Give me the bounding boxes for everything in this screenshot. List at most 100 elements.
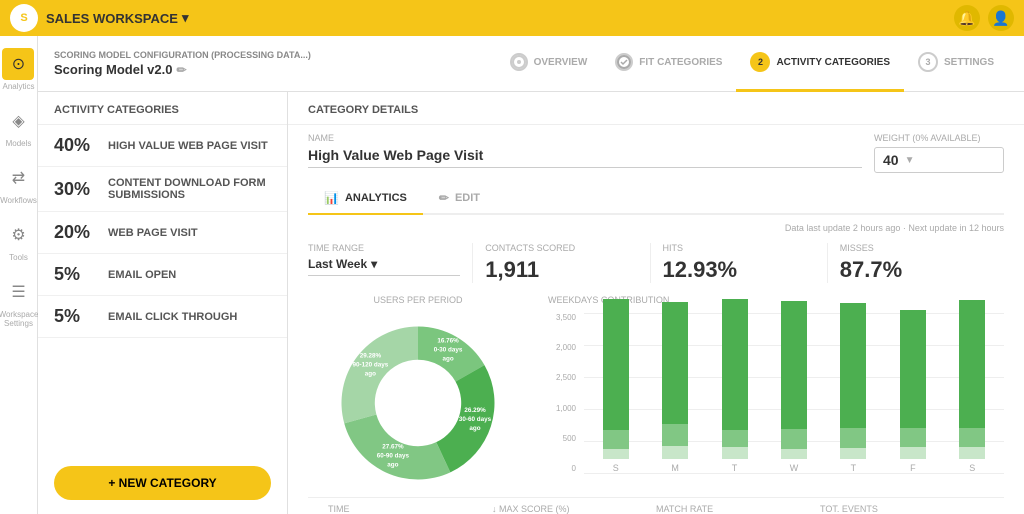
- bar-segment-2: [781, 449, 807, 459]
- edit-model-icon[interactable]: ✏: [176, 63, 186, 77]
- stat-value: 87.7%: [840, 257, 992, 283]
- bell-icon[interactable]: 🔔: [954, 5, 980, 31]
- donut-section: USERS PER PERIOD 16.76%0-30 daysago26.29…: [308, 295, 528, 497]
- y-label: 500: [548, 434, 576, 443]
- y-axis: 3,5002,0002,5001,0005000: [548, 313, 580, 473]
- bar-day: F: [885, 299, 940, 473]
- bar-stack: [662, 299, 688, 459]
- category-name: HIGH VALUE WEB PAGE VISIT: [108, 140, 268, 152]
- bar-day: W: [766, 299, 821, 473]
- left-panel: ACTIVITY CATEGORIES 40% HIGH VALUE WEB P…: [38, 92, 288, 514]
- tab-activity-categories[interactable]: 2 ACTIVITY CATEGORIES: [736, 36, 904, 92]
- donut-chart: 16.76%0-30 daysago26.29%30-60 daysago27.…: [328, 313, 508, 493]
- weight-value: 40: [883, 152, 899, 168]
- bars-row: SMTWTFS: [584, 313, 1004, 473]
- sidebar-item-workspace[interactable]: ☰ Workspace Settings: [0, 272, 38, 332]
- weight-arrow-icon: ▼: [905, 155, 915, 166]
- stat-value: 1,911: [485, 257, 637, 283]
- bar-segment-0: [662, 302, 688, 424]
- category-list-item[interactable]: 5% EMAIL CLICK THROUGH: [38, 296, 287, 338]
- category-pct: 30%: [54, 179, 96, 200]
- bar-stack: [959, 299, 985, 459]
- bar-segment-2: [840, 448, 866, 459]
- category-pct: 40%: [54, 135, 96, 156]
- activity-tab-icon: 2: [750, 52, 770, 72]
- bar-segment-0: [722, 299, 748, 430]
- bar-segment-1: [603, 430, 629, 449]
- weight-box[interactable]: 40 ▼: [874, 147, 1004, 173]
- bar-segment-2: [662, 446, 688, 459]
- edit-analytics-icon: ✏: [439, 191, 449, 205]
- time-range-select[interactable]: Last Week ▾: [308, 257, 460, 276]
- bar-day-label: F: [910, 463, 916, 473]
- time-range-label: TIME RANGE: [308, 243, 460, 253]
- weight-field: WEIGHT (0% AVAILABLE) 40 ▼: [874, 133, 1004, 173]
- content-area: SCORING MODEL CONFIGURATION (Processing …: [38, 36, 1024, 514]
- dropdown-chevron-icon: ▾: [371, 257, 377, 271]
- category-list-item[interactable]: 30% CONTENT DOWNLOAD FORM SUBMISSIONS: [38, 167, 287, 212]
- bar-segment-2: [722, 447, 748, 459]
- edit-analytics-label: EDIT: [455, 192, 480, 204]
- new-category-button[interactable]: + NEW CATEGORY: [54, 466, 271, 500]
- tab-overview[interactable]: OVERVIEW: [496, 36, 602, 92]
- stat-hits: HITS 12.93%: [651, 243, 828, 283]
- y-label: 2,000: [548, 343, 576, 352]
- bar-section: WEEKDAYS CONTRIBUTION 3,5002,0002,5001,0…: [548, 295, 1004, 497]
- sidebar-item-home[interactable]: ⊙ Analytics: [2, 44, 34, 95]
- name-label: NAME: [308, 133, 862, 143]
- category-list-item[interactable]: 20% WEB PAGE VISIT: [38, 212, 287, 254]
- stats-row: TIME RANGE Last Week ▾ CONTACTS SCORED 1…: [308, 243, 1004, 283]
- overview-tab-icon: [510, 53, 528, 71]
- bottom-col-time: TIME: [328, 504, 492, 514]
- bar-segment-1: [781, 429, 807, 449]
- bar-segment-0: [900, 310, 926, 428]
- page-body: ACTIVITY CATEGORIES 40% HIGH VALUE WEB P…: [38, 92, 1024, 514]
- model-name: Scoring Model v2.0 ✏: [54, 62, 311, 77]
- y-label: 2,500: [548, 373, 576, 382]
- bar-chart-wrapper: 3,5002,0002,5001,0005000SMTWTFS: [548, 313, 1004, 473]
- workflows-label: Workflows: [0, 196, 37, 205]
- sidebar-item-models[interactable]: ◈ Models: [3, 101, 35, 152]
- name-field: NAME High Value Web Page Visit: [308, 133, 862, 168]
- analytics-analytics-label: ANALYTICS: [345, 192, 407, 204]
- fit-tab-icon: [615, 53, 633, 71]
- stat-label: HITS: [663, 243, 815, 253]
- sidebar: ⊙ Analytics ◈ Models ⇄ Workflows ⚙ Tools…: [0, 36, 38, 514]
- home-label: Analytics: [2, 82, 34, 91]
- stat-value: 12.93%: [663, 257, 815, 283]
- bar-day: T: [707, 299, 762, 473]
- app-logo: S: [10, 4, 38, 32]
- scoring-config-label: SCORING MODEL CONFIGURATION (Processing …: [54, 50, 311, 60]
- bars-container: SMTWTFS: [584, 313, 1004, 473]
- sidebar-item-tools[interactable]: ⚙ Tools: [3, 215, 35, 266]
- models-label: Models: [6, 139, 32, 148]
- bar-segment-2: [959, 447, 985, 459]
- category-list-item[interactable]: 40% HIGH VALUE WEB PAGE VISIT: [38, 125, 287, 167]
- analytics-analytics-icon: 📊: [324, 191, 339, 205]
- workspace-label: Workspace Settings: [0, 310, 38, 328]
- analytics-tab-analytics[interactable]: 📊 ANALYTICS: [308, 183, 423, 215]
- activity-categories-tab-label: ACTIVITY CATEGORIES: [776, 57, 890, 68]
- name-value: High Value Web Page Visit: [308, 147, 862, 168]
- donut-title: USERS PER PERIOD: [308, 295, 528, 305]
- y-label: 3,500: [548, 313, 576, 322]
- category-list-item[interactable]: 5% EMAIL OPEN: [38, 254, 287, 296]
- workspace-label[interactable]: SALES WORKSPACE ▾: [46, 10, 188, 26]
- sidebar-item-workflows[interactable]: ⇄ Workflows: [0, 158, 37, 209]
- tab-fit-categories[interactable]: FIT CATEGORIES: [601, 36, 736, 92]
- bar-stack: [781, 299, 807, 459]
- category-pct: 5%: [54, 306, 96, 327]
- analytics-tab-edit[interactable]: ✏ EDIT: [423, 183, 496, 215]
- bar-stack: [722, 299, 748, 459]
- bar-stack: [840, 299, 866, 459]
- bar-segment-0: [781, 301, 807, 429]
- weight-label: WEIGHT (0% AVAILABLE): [874, 133, 1004, 143]
- bottom-col-tot.-events: TOT. EVENTS: [820, 504, 984, 514]
- user-icon[interactable]: 👤: [988, 5, 1014, 31]
- right-panel: CATEGORY DETAILS NAME High Value Web Pag…: [288, 92, 1024, 514]
- tab-settings[interactable]: 3SETTINGS: [904, 36, 1008, 92]
- bar-segment-1: [959, 428, 985, 447]
- tools-icon: ⚙: [3, 219, 35, 251]
- analytics-tabs: 📊 ANALYTICS ✏ EDIT: [308, 183, 1004, 215]
- bar-segment-1: [900, 428, 926, 447]
